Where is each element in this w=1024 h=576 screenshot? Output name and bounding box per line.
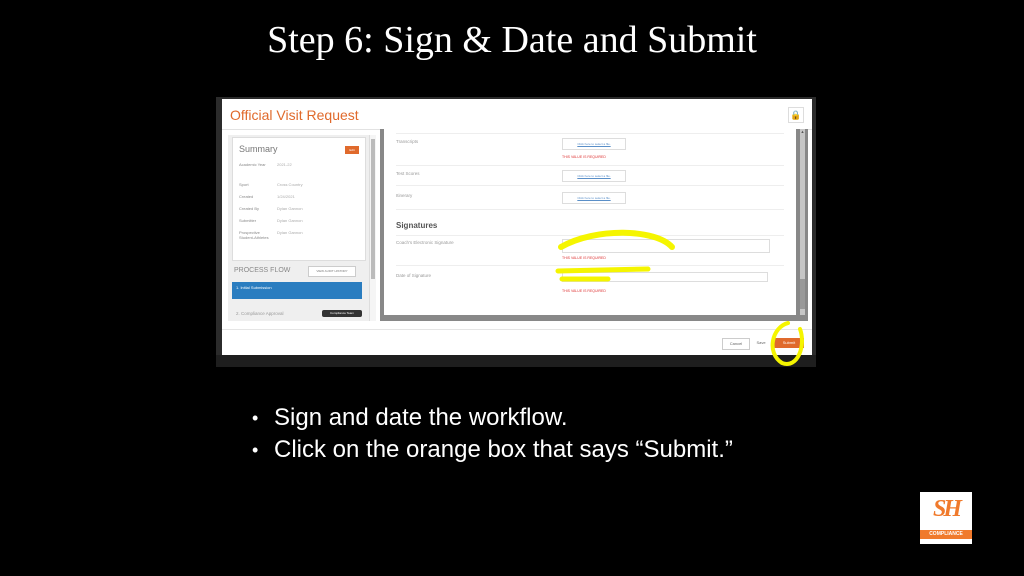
cancel-button[interactable]: Cancel <box>722 338 750 350</box>
instruction-item: Click on the orange box that says “Submi… <box>252 434 733 466</box>
left-panel: Summary Edit Academic Year 2021-22 Sport… <box>228 135 376 321</box>
right-scrollbar[interactable]: ▲ <box>800 129 805 315</box>
date-required: THIS VALUE IS REQUIRED <box>562 289 606 293</box>
logo-mark: SH <box>932 496 962 522</box>
form-content: Transcripts Click here to select a file.… <box>384 129 796 315</box>
summary-value: 1/24/2021 <box>277 194 295 199</box>
summary-row: Created By Dylan Gannon <box>239 204 359 214</box>
left-scrollbar-thumb[interactable] <box>371 139 375 279</box>
logo-text: COMPLIANCE <box>920 530 972 539</box>
summary-key: Sport <box>239 182 249 187</box>
summary-title: Summary <box>239 144 278 154</box>
summary-key: Prospective Student-Athletes <box>239 230 269 240</box>
lock-icon[interactable]: 🔒 <box>788 107 804 123</box>
summary-row: Created 1/24/2021 <box>239 192 359 202</box>
process-step-active[interactable]: 1. Initial Submission <box>232 282 362 299</box>
summary-key: Created By <box>239 206 260 211</box>
summary-value: Cross Country <box>277 182 303 187</box>
screenshot: Official Visit Request 🔒 Summary Edit Ac… <box>216 97 816 367</box>
instruction-item: Sign and date the workflow. <box>252 402 733 434</box>
right-scrollbar-thumb[interactable] <box>800 279 805 309</box>
modal-title: Official Visit Request <box>230 107 359 123</box>
save-button[interactable]: Save <box>752 338 770 348</box>
left-scrollbar[interactable] <box>369 135 376 321</box>
official-visit-request-modal: Official Visit Request 🔒 Summary Edit Ac… <box>222 99 812 356</box>
summary-key: Created <box>239 194 254 199</box>
itinerary-label: Itinerary <box>396 193 413 198</box>
transcripts-file-link[interactable]: Click here to select a file. <box>562 138 626 150</box>
summary-card: Summary Edit Academic Year 2021-22 Sport… <box>232 137 366 261</box>
divider <box>396 209 784 210</box>
instruction-list: Sign and date the workflow. Click on the… <box>252 402 733 466</box>
summary-row: Submitter Dylan Gannon <box>239 216 359 226</box>
summary-key: Submitter <box>239 218 257 223</box>
test-scores-label: Test Scores <box>396 171 420 176</box>
divider <box>396 185 784 186</box>
summary-row: Sport Cross Country <box>239 180 359 190</box>
process-flow-title: PROCESS FLOW <box>234 267 291 274</box>
coach-signature-field[interactable] <box>562 239 770 253</box>
form-frame: Transcripts Click here to select a file.… <box>380 129 808 321</box>
transcripts-required: THIS VALUE IS REQUIRED <box>562 155 606 159</box>
slide-title: Step 6: Sign & Date and Submit <box>267 19 757 61</box>
summary-row: Prospective Student-Athletes Dylan Ganno… <box>239 228 359 240</box>
test-scores-file-link[interactable]: Click here to select a file. <box>562 170 626 182</box>
date-of-signature-field[interactable]: mm/dd/yyyy <box>562 272 768 282</box>
divider <box>396 165 784 166</box>
summary-value: Dylan Gannon <box>277 230 303 235</box>
edit-button[interactable]: Edit <box>345 146 359 154</box>
submit-button[interactable]: Submit <box>774 338 804 348</box>
background-app-strip <box>216 355 816 367</box>
signature-required: THIS VALUE IS REQUIRED <box>562 256 606 260</box>
summary-key: Academic Year <box>239 162 266 167</box>
coach-signature-label: Coach's Electronic Signature <box>396 240 454 245</box>
date-of-signature-label: Date of Signature <box>396 273 432 278</box>
modal-footer: Cancel Save Submit <box>222 329 812 356</box>
view-audit-history-button[interactable]: VIEW AUDIT HISTORY <box>308 266 356 277</box>
summary-value: 2021-22 <box>277 162 292 167</box>
compliance-team-badge: Compliance Team <box>322 310 362 317</box>
divider <box>396 235 784 236</box>
summary-value: Dylan Gannon <box>277 218 303 223</box>
scroll-up-icon[interactable]: ▲ <box>800 129 805 135</box>
divider <box>396 265 784 266</box>
itinerary-file-link[interactable]: Click here to select a file. <box>562 192 626 204</box>
compliance-logo: SH COMPLIANCE <box>920 492 972 544</box>
transcripts-label: Transcripts <box>396 139 419 144</box>
divider <box>396 133 784 134</box>
signatures-title: Signatures <box>396 221 438 230</box>
summary-row: Academic Year 2021-22 <box>239 160 359 170</box>
process-step-next[interactable]: 2. Compliance Approval <box>236 311 284 316</box>
summary-value: Dylan Gannon <box>277 206 303 211</box>
